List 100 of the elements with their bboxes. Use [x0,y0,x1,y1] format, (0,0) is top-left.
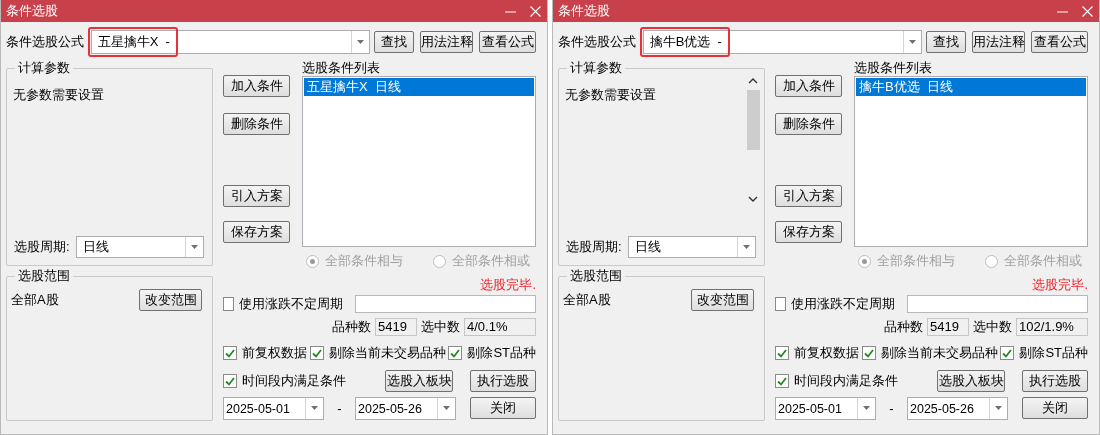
params-message: 无参数需要设置 [565,86,657,104]
checkbox[interactable] [775,346,789,360]
close-icon[interactable] [530,5,541,17]
check-icon [225,376,235,386]
checkbox[interactable] [1000,346,1015,360]
dropdown-arrow-icon[interactable] [356,39,366,45]
dropdown-arrow-icon[interactable] [742,244,751,250]
field-label: 条件选股公式 [558,33,637,51]
scroll-down-icon[interactable] [748,196,758,203]
group-title: 选股范围 [15,268,73,284]
toolbar-button[interactable]: 用法注释 [972,31,1026,53]
checkbox[interactable] [223,374,237,388]
check-icon [225,348,235,358]
scope-value: 全部A股 [11,291,59,309]
scroll-up-icon[interactable] [748,77,758,84]
action-button[interactable]: 加入条件 [223,75,290,97]
period-field[interactable] [907,295,1088,313]
action-button[interactable]: 删除条件 [775,113,842,135]
scroll-thumb[interactable] [746,90,760,150]
checkbox-label: 时间段内满足条件 [794,372,898,390]
period-combo[interactable]: 日线 [76,236,204,258]
params-message: 无参数需要设置 [13,86,105,104]
add-to-board-button[interactable]: 选股入板块 [937,370,1005,392]
checkbox-label: 剔除当前未交易品种 [880,344,998,362]
list-title: 选股条件列表 [302,59,381,76]
field-label: 选股周期: [14,238,71,256]
check-icon [863,348,874,358]
dropdown-arrow-icon[interactable] [190,244,199,250]
change-scope-button[interactable]: 改变范围 [691,289,754,311]
radio-label: 全部条件相或 [452,252,530,270]
field-label: 选股周期: [566,238,623,256]
date-picker[interactable]: 2025-05-01 [775,396,876,420]
checkbox-label: 剔除ST品种 [467,344,536,362]
action-button[interactable]: 引入方案 [775,185,842,207]
scrollbar[interactable] [745,77,761,203]
dropdown-arrow-icon[interactable] [994,405,1003,411]
run-button[interactable]: 执行选股 [470,370,536,392]
window-title: 条件选股 [558,2,611,20]
date-separator: - [336,400,343,416]
action-button[interactable]: 删除条件 [223,113,290,135]
checkbox-label: 使用涨跌不定周期 [239,295,343,313]
list-title: 选股条件列表 [854,59,933,76]
period-combo[interactable]: 日线 [628,236,756,258]
toolbar-button[interactable]: 查找 [926,31,967,53]
checkbox[interactable] [775,374,789,388]
date-picker[interactable]: 2025-05-26 [355,396,456,420]
checkbox-label: 剔除ST品种 [1019,344,1088,362]
count-field: 5419 [375,318,417,336]
formula-combo[interactable]: 五星擒牛X - [90,30,371,54]
run-button[interactable]: 执行选股 [1022,370,1088,392]
checkbox[interactable] [309,346,324,360]
formula-combo[interactable]: 擒牛B优选 - [642,30,923,54]
add-to-board-button[interactable]: 选股入板块 [385,370,453,392]
list-item[interactable]: 擒牛B优选 日线 [856,78,1086,96]
radio-label: 全部条件相或 [1004,252,1082,270]
group-title: 计算参数 [15,60,73,76]
check-icon [1002,348,1013,358]
dropdown-arrow-icon[interactable] [908,39,918,45]
checkbox[interactable] [775,297,786,311]
group-title: 计算参数 [567,60,625,76]
checkbox[interactable] [223,297,234,311]
action-button[interactable]: 引入方案 [223,185,290,207]
dropdown-arrow-icon[interactable] [862,405,871,411]
window-title: 条件选股 [6,2,59,20]
action-button[interactable]: 加入条件 [775,75,842,97]
list-item[interactable]: 五星擒牛X 日线 [304,78,534,96]
field-label: 选中数 [421,318,460,336]
close-button[interactable]: 关闭 [1022,397,1088,419]
dropdown-arrow-icon[interactable] [310,405,319,411]
close-icon[interactable] [1082,5,1093,17]
check-icon [777,376,787,386]
period-field[interactable] [355,295,536,313]
check-icon [450,348,461,358]
checkbox[interactable] [223,346,237,360]
field-label: 品种数 [884,318,923,336]
field-label: 选中数 [973,318,1012,336]
checkbox-label: 使用涨跌不定周期 [791,295,895,313]
group-title: 选股范围 [567,268,625,284]
dropdown-arrow-icon[interactable] [442,405,451,411]
count-field: 5419 [927,318,969,336]
toolbar-button[interactable]: 查看公式 [1031,31,1088,53]
toolbar-button[interactable]: 查找 [374,31,415,53]
close-button[interactable]: 关闭 [470,397,536,419]
check-icon [311,348,322,358]
status-text: 选股完毕. [1032,277,1088,292]
checkbox-label: 时间段内满足条件 [242,372,346,390]
picked-field: 4/0.1% [464,318,536,336]
date-picker[interactable]: 2025-05-01 [223,396,324,420]
field-label: 条件选股公式 [6,33,85,51]
toolbar-button[interactable]: 用法注释 [420,31,474,53]
toolbar-button[interactable]: 查看公式 [479,31,536,53]
action-button[interactable]: 保存方案 [775,221,842,243]
change-scope-button[interactable]: 改变范围 [139,289,202,311]
radio-label: 全部条件相与 [325,252,403,270]
checkbox-label: 前复权数据 [794,344,859,362]
checkbox[interactable] [448,346,463,360]
checkbox[interactable] [861,346,876,360]
action-button[interactable]: 保存方案 [223,221,290,243]
status-text: 选股完毕. [480,277,536,292]
date-picker[interactable]: 2025-05-26 [907,396,1008,420]
